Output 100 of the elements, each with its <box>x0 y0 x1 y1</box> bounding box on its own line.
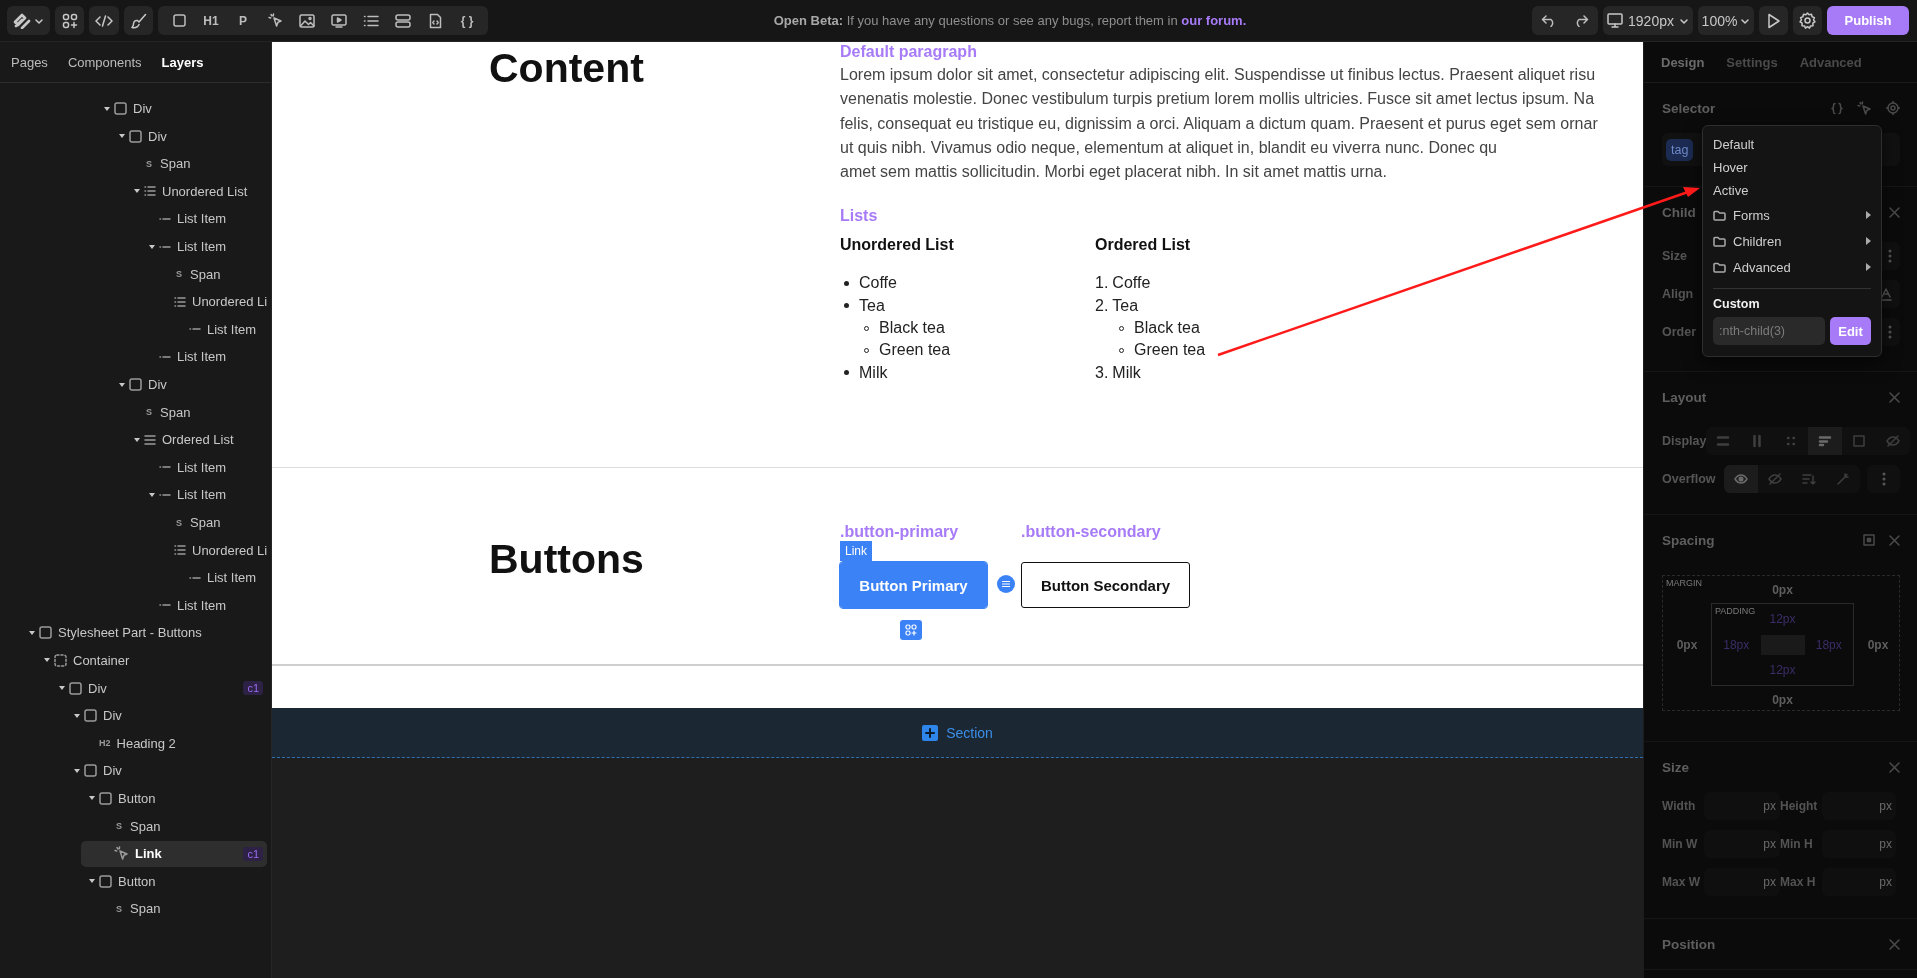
logo-menu-button[interactable] <box>7 6 50 35</box>
layer-item[interactable]: Unordered Li <box>141 537 267 564</box>
tag-glyph: S <box>175 517 183 528</box>
primary-button[interactable]: Button Primary <box>840 562 987 608</box>
layer-item[interactable]: Div <box>51 757 267 784</box>
layer-item[interactable]: List Item <box>126 481 267 508</box>
zoom-dropdown[interactable]: 100% <box>1698 6 1754 35</box>
settings-button[interactable] <box>1793 6 1822 35</box>
bullet-icon <box>844 281 849 287</box>
plus-icon <box>922 724 939 741</box>
layer-item[interactable]: Stylesheet Part - Buttons <box>6 619 267 646</box>
braces-icon <box>1831 101 1843 115</box>
layer-item[interactable]: Div c1 <box>36 675 267 702</box>
rows-icon <box>395 13 411 28</box>
layer-item[interactable]: List Item <box>126 205 267 232</box>
menu-circle-icon <box>997 575 1015 593</box>
list-item-text: Milk <box>859 362 888 383</box>
selector-input[interactable]: :nth-child(3) <box>1713 317 1825 345</box>
list-item-text: Tea <box>1112 295 1139 316</box>
option-button[interactable] <box>1808 427 1843 455</box>
add-element-button[interactable] <box>55 6 84 35</box>
layer-item[interactable]: S Span <box>111 150 267 177</box>
size-field[interactable]: px <box>1704 792 1780 820</box>
folder-icon <box>1713 209 1726 221</box>
layer-item[interactable]: Button <box>66 868 267 895</box>
size-field[interactable]: px <box>1822 868 1896 896</box>
settings-icon <box>1799 12 1816 29</box>
list-item-text: Tea <box>859 295 885 316</box>
caret-icon <box>118 381 126 388</box>
panel-tab[interactable]: Design <box>1661 54 1705 70</box>
section-title: Position <box>1662 936 1716 952</box>
panel-tab[interactable]: Layers <box>161 54 204 70</box>
layer-item[interactable]: Link c1 <box>81 840 267 867</box>
dash-icon <box>159 244 171 249</box>
class-label: .button-primary <box>840 522 960 542</box>
menu-item[interactable]: Advanced <box>1713 254 1871 280</box>
secondary-button[interactable]: Button Secondary <box>1021 562 1190 608</box>
tag-glyph: S <box>145 158 153 169</box>
size-field[interactable]: px <box>1822 792 1896 820</box>
menu-item[interactable]: Children <box>1713 228 1871 254</box>
layer-item[interactable]: Div <box>96 371 267 398</box>
option-button[interactable] <box>1724 465 1758 493</box>
paragraph-line: ut quis nibh. Vivamus odio neque, elementum at aliquet in, blandit eu viverra nunc. Donec qu <box>840 137 1498 158</box>
layer-item[interactable]: Ordered List <box>111 426 267 453</box>
layer-item[interactable]: List Item <box>126 592 267 619</box>
layer-item[interactable]: List Item <box>126 233 267 260</box>
add-section-button[interactable]: Section <box>916 723 999 742</box>
field-label: Min W <box>1662 837 1699 851</box>
layer-item[interactable]: List Item <box>156 316 267 343</box>
heading-tool[interactable]: H1 <box>196 7 226 34</box>
layer-item[interactable]: H2 Heading 2 <box>66 730 267 757</box>
code-button[interactable] <box>89 6 119 35</box>
menu-item[interactable]: Hover <box>1713 156 1871 179</box>
code-tool[interactable]: { } <box>452 7 482 34</box>
layer-item[interactable]: List Item <box>126 454 267 481</box>
layer-item[interactable]: Unordered Li <box>141 288 267 315</box>
panel-tab[interactable]: Pages <box>11 54 48 70</box>
list-item-text: Coffe <box>1112 273 1151 294</box>
menu-item[interactable]: Forms <box>1713 202 1871 228</box>
panel-tab[interactable]: Components <box>67 54 142 70</box>
menu-item[interactable]: Default <box>1713 133 1871 156</box>
layer-item[interactable]: Unordered List <box>111 178 267 205</box>
field-label: Height <box>1780 799 1819 813</box>
caret-icon <box>28 629 36 636</box>
style-label: Default paragraph <box>840 42 978 62</box>
tag-glyph: S <box>115 903 123 914</box>
preview-button[interactable] <box>1759 6 1788 35</box>
sort-lines-icon <box>1802 472 1816 486</box>
layer-item[interactable]: S Span <box>141 509 267 536</box>
size-field[interactable]: px <box>1822 830 1896 858</box>
viewport-dropdown[interactable]: 1920px <box>1603 6 1693 35</box>
dash-icon <box>159 492 171 497</box>
forum-link[interactable]: our forum. <box>1181 13 1247 28</box>
layer-item[interactable]: Div <box>96 123 267 150</box>
layer-item[interactable]: List Item <box>126 343 267 370</box>
brush-icon <box>130 12 147 29</box>
caret-icon <box>118 133 126 140</box>
layer-item[interactable]: S Span <box>81 895 267 922</box>
list-title: Ordered List <box>1095 235 1192 256</box>
layer-item[interactable]: S Span <box>111 399 267 426</box>
layer-item[interactable]: Div <box>81 95 267 122</box>
size-field[interactable]: px <box>1704 868 1780 896</box>
layer-item[interactable]: Div <box>51 702 267 729</box>
square-icon <box>1852 434 1867 448</box>
component-badge: c1 <box>243 681 263 696</box>
layer-item[interactable]: Container <box>21 647 267 674</box>
dash-icon <box>159 216 171 221</box>
menu-item[interactable]: Active <box>1713 179 1871 202</box>
layer-item[interactable]: S Span <box>141 261 267 288</box>
style-button[interactable] <box>124 6 153 35</box>
layer-item[interactable]: List Item <box>156 564 267 591</box>
section-title: Layout <box>1662 389 1707 405</box>
grid-plus-icon <box>900 620 922 640</box>
paragraph-tool[interactable]: P <box>228 7 258 34</box>
unit-label: px <box>1763 875 1776 889</box>
size-field[interactable]: px <box>1704 830 1780 858</box>
close-icon <box>1889 391 1900 403</box>
layer-item[interactable]: S Span <box>81 813 267 840</box>
layer-item[interactable]: Button <box>66 785 267 812</box>
caret-icon <box>73 712 81 719</box>
